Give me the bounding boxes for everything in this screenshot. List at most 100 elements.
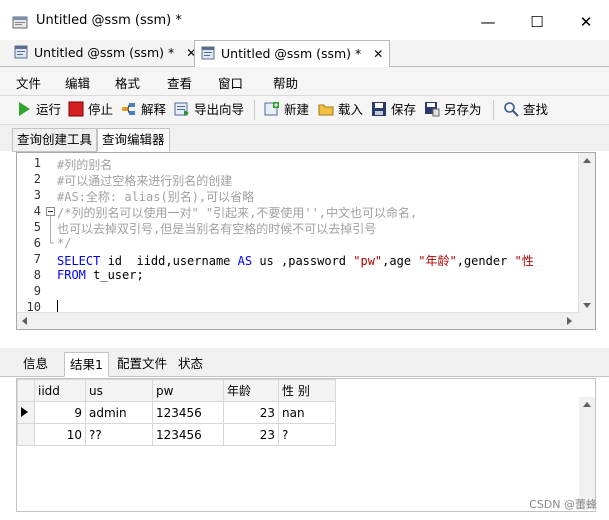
sql-editor[interactable]: 1 2 3 4 5 6 7 8 9 10 11 #列的别名 #可以通过空格来进行…: [16, 152, 596, 330]
window-title: Untitled @ssm (ssm) *: [36, 13, 182, 28]
code-line: #可以通过空格来进行别名的创建: [57, 174, 233, 188]
column-header[interactable]: 年龄: [223, 379, 279, 402]
editor-horizontal-scrollbar[interactable]: [17, 312, 579, 329]
toolbar-separator: [493, 100, 494, 120]
menu-edit[interactable]: 编辑: [65, 73, 90, 92]
line-number: 9: [33, 284, 41, 298]
sql-string: "年龄": [418, 254, 457, 268]
result-grid[interactable]: iidd us pw 年龄 性 别 9 admin 123456 23 nan …: [16, 378, 596, 512]
maximize-button[interactable]: ☐: [517, 9, 557, 35]
find-button[interactable]: 查找: [503, 100, 548, 120]
table-cell[interactable]: ?: [278, 423, 336, 446]
sql-string: "pw": [353, 254, 383, 268]
scroll-up-icon[interactable]: [583, 157, 591, 163]
line-number: 6: [33, 236, 41, 250]
save-as-icon: [425, 102, 440, 117]
code-line-select: SELECT id iidd,username AS us ,password …: [57, 252, 534, 269]
query-icon: [201, 46, 215, 60]
sql-text: id iidd,username: [100, 254, 238, 268]
scroll-left-icon[interactable]: [21, 317, 27, 325]
table-row[interactable]: 10 ?? 123456 23 ?: [17, 423, 336, 446]
sql-text: ,gender: [456, 254, 515, 268]
table-cell[interactable]: 10: [34, 423, 86, 446]
menu-file[interactable]: 文件: [16, 73, 41, 92]
sql-keyword: AS: [237, 254, 253, 268]
tab-profile[interactable]: 配置文件: [112, 352, 172, 375]
query-icon: [14, 45, 28, 59]
table-cell[interactable]: 23: [223, 401, 279, 424]
line-number: 4: [33, 204, 41, 218]
fold-toggle-icon[interactable]: [46, 207, 55, 247]
explain-button[interactable]: 解释: [121, 100, 166, 120]
result-tabs: 信息 结果1 配置文件 状态: [0, 348, 609, 377]
table-cell[interactable]: 9: [34, 401, 86, 424]
table-cell[interactable]: admin: [85, 401, 153, 424]
line-gutter: 1 2 3 4 5 6 7 8 9 10 11: [17, 153, 57, 329]
table-cell[interactable]: 123456: [152, 423, 224, 446]
table-cell[interactable]: 23: [223, 423, 279, 446]
line-number: 5: [33, 220, 41, 234]
tab-status[interactable]: 状态: [173, 352, 208, 375]
line-number: 7: [33, 252, 41, 266]
sql-string: "性: [514, 254, 534, 268]
menu-view[interactable]: 查看: [167, 73, 192, 92]
export-wizard-button[interactable]: 导出向导: [174, 100, 244, 120]
stop-icon: [68, 101, 84, 117]
column-header[interactable]: us: [85, 379, 153, 402]
line-number: 1: [33, 156, 41, 170]
tab-info[interactable]: 信息: [18, 352, 53, 375]
export-icon: [174, 102, 189, 116]
scroll-right-icon[interactable]: [567, 317, 573, 325]
close-button[interactable]: ✕: [566, 9, 606, 35]
tab-result-1[interactable]: 结果1: [64, 352, 109, 377]
doc-tab-2[interactable]: Untitled @ssm (ssm) * ✕: [194, 40, 391, 67]
sql-text: t_user;: [85, 268, 144, 282]
sql-keyword: FROM: [57, 268, 86, 282]
minimize-button[interactable]: —: [468, 9, 508, 35]
menu-format[interactable]: 格式: [115, 73, 140, 92]
table-cell[interactable]: 123456: [152, 401, 224, 424]
title-bar: Untitled @ssm (ssm) * — ☐ ✕: [0, 0, 609, 44]
table-cell[interactable]: nan: [278, 401, 336, 424]
table-cell[interactable]: ??: [85, 423, 153, 446]
tab-close-icon[interactable]: ✕: [373, 47, 383, 61]
row-header-corner: [17, 379, 35, 402]
code-line: #列的别名: [57, 158, 113, 172]
result-table: iidd us pw 年龄 性 别 9 admin 123456 23 nan …: [17, 379, 336, 446]
current-row-indicator-icon: [17, 401, 35, 424]
scroll-down-icon[interactable]: [583, 303, 591, 309]
grid-vertical-scrollbar[interactable]: [579, 397, 595, 509]
column-header[interactable]: 性 别: [278, 379, 336, 402]
menu-window[interactable]: 窗口: [218, 73, 243, 92]
column-header[interactable]: pw: [152, 379, 224, 402]
save-button[interactable]: 保存: [371, 100, 416, 120]
new-icon: [264, 102, 279, 116]
save-as-button[interactable]: 另存为: [424, 100, 482, 120]
tab-query-builder[interactable]: 查询创建工具: [12, 128, 98, 152]
run-button[interactable]: 运行: [16, 100, 61, 120]
scroll-up-icon[interactable]: [583, 401, 591, 407]
menu-bar: 文件 编辑 格式 查看 窗口 帮助: [0, 67, 609, 96]
load-button[interactable]: 载入: [318, 100, 363, 120]
tab-query-editor[interactable]: 查询编辑器: [97, 128, 170, 152]
doc-tab-1[interactable]: Untitled @ssm (ssm) * ✕: [8, 40, 202, 65]
toolbar-separator: [254, 100, 255, 120]
save-icon: [372, 102, 386, 116]
line-number: 2: [33, 172, 41, 186]
row-header: [17, 423, 35, 446]
table-header-row: iidd us pw 年龄 性 别: [17, 379, 336, 402]
stop-button[interactable]: 停止: [68, 100, 113, 120]
new-button[interactable]: 新建: [264, 100, 309, 120]
code-line: */: [57, 236, 72, 250]
watermark: CSDN @蕾蜂: [529, 498, 597, 511]
menu-help[interactable]: 帮助: [273, 73, 298, 92]
doc-tab-label: Untitled @ssm (ssm) *: [221, 46, 362, 61]
table-row[interactable]: 9 admin 123456 23 nan: [17, 401, 336, 424]
editor-vertical-scrollbar[interactable]: [578, 153, 595, 329]
code-line: 也可以去掉双引号,但是当别名有空格的时候不可以去掉引号: [57, 222, 377, 236]
sql-text: ,age: [382, 254, 419, 268]
doc-tab-label: Untitled @ssm (ssm) *: [34, 45, 175, 60]
column-header[interactable]: iidd: [34, 379, 86, 402]
sql-text: us ,password: [252, 254, 354, 268]
run-icon: [19, 102, 30, 116]
